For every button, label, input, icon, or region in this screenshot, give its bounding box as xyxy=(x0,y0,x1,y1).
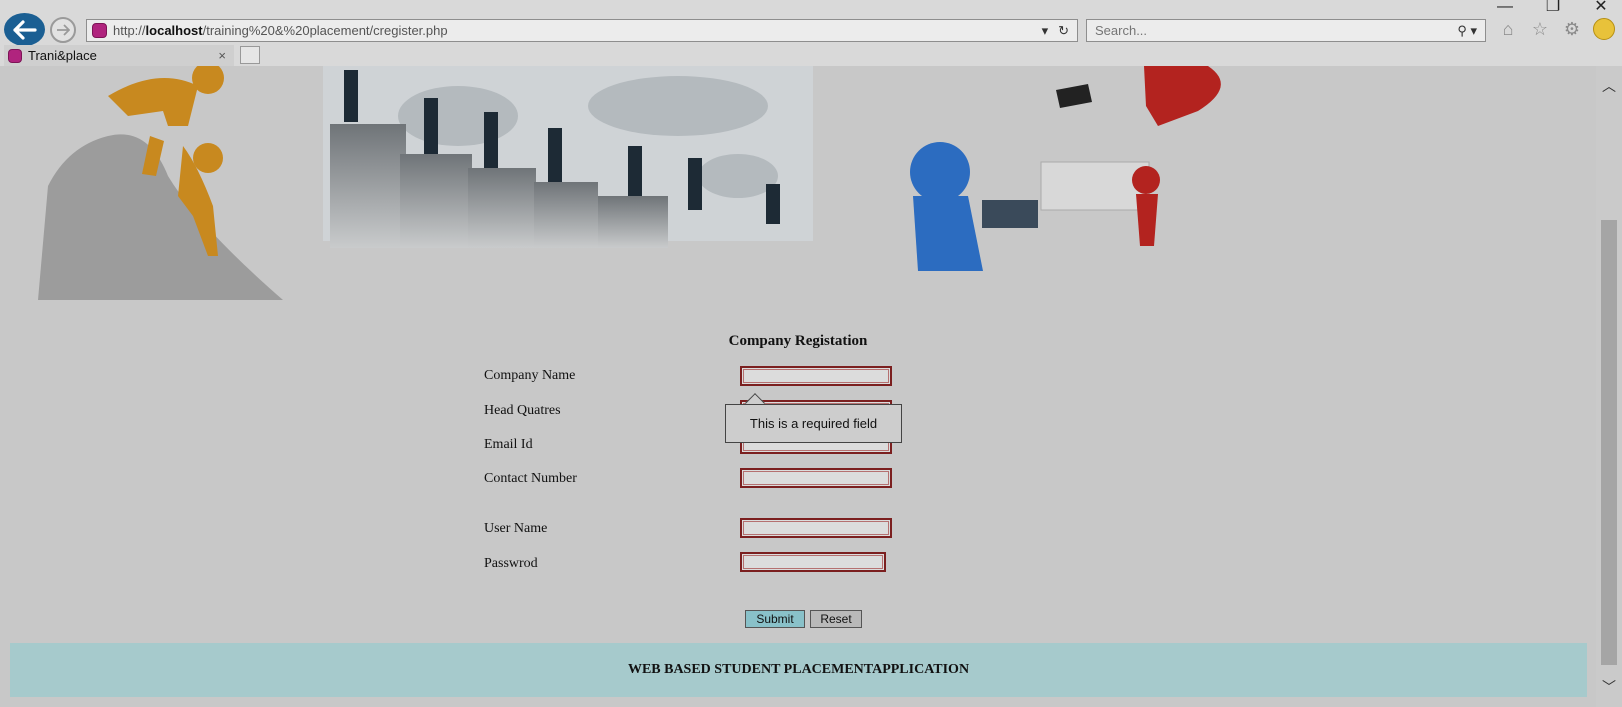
search-icon[interactable]: ⚲ ▾ xyxy=(1457,23,1477,39)
form-title: Company Registation xyxy=(728,333,868,349)
head-quarters-label: Head Quatres xyxy=(484,403,561,418)
site-favicon-icon xyxy=(92,23,107,38)
browser-tab[interactable]: Trani&place × xyxy=(4,45,234,66)
dropdown-arrow-icon[interactable]: ▾ xyxy=(1042,23,1049,39)
close-icon[interactable]: ✕ xyxy=(1590,0,1612,15)
feedback-smiley-icon[interactable] xyxy=(1593,18,1615,40)
company-name-input[interactable] xyxy=(740,366,892,386)
contact-number-label: Contact Number xyxy=(484,471,577,486)
tab-favicon-icon xyxy=(8,48,22,63)
back-button[interactable] xyxy=(4,13,45,46)
back-arrow-icon xyxy=(12,19,37,40)
search-box[interactable]: ⚲ ▾ xyxy=(1086,19,1486,42)
browser-chrome: — ❐ ✕ http://localhost/training%20&%20pl… xyxy=(0,0,1622,66)
scroll-thumb[interactable] xyxy=(1601,220,1617,665)
new-tab-button[interactable] xyxy=(240,46,260,64)
window-controls: — ❐ ✕ xyxy=(1494,0,1612,15)
favorites-star-icon[interactable]: ☆ xyxy=(1529,18,1551,40)
home-icon[interactable]: ⌂ xyxy=(1497,18,1519,40)
url-host: localhost xyxy=(145,23,203,38)
scroll-up-icon[interactable]: ︿ xyxy=(1596,74,1622,98)
reset-button[interactable]: Reset xyxy=(810,610,862,628)
page-viewport: Company Registation Company Name Head Qu… xyxy=(0,66,1596,707)
user-name-input[interactable] xyxy=(740,518,892,538)
user-name-label: User Name xyxy=(484,521,548,536)
password-input[interactable] xyxy=(740,552,886,572)
contact-number-input[interactable] xyxy=(740,468,892,488)
email-id-label: Email Id xyxy=(484,437,533,452)
submit-button[interactable]: Submit xyxy=(745,610,805,628)
url-scheme: http:// xyxy=(113,23,146,38)
refresh-icon[interactable]: ↻ xyxy=(1058,23,1069,39)
scroll-down-icon[interactable]: ﹀ xyxy=(1596,675,1622,699)
tab-title: Trani&place xyxy=(28,48,97,63)
browser-toolbar: ⌂ ☆ ⚙ xyxy=(1497,18,1615,40)
page-footer: WEB BASED STUDENT PLACEMENTAPPLICATION xyxy=(10,643,1587,697)
search-input[interactable] xyxy=(1095,23,1458,38)
footer-text: WEB BASED STUDENT PLACEMENTAPPLICATION xyxy=(627,662,970,677)
company-name-label: Company Name xyxy=(484,368,576,383)
password-label: Passwrod xyxy=(484,556,538,571)
url-text[interactable]: http://localhost/training%20&%20placemen… xyxy=(113,23,1042,38)
restore-icon[interactable]: ❐ xyxy=(1542,0,1564,15)
forward-button[interactable] xyxy=(50,17,76,43)
vertical-scrollbar[interactable]: ︿ ﹀ xyxy=(1596,66,1622,707)
header-banner-image xyxy=(38,66,1221,300)
url-path: /training%20&%20placement/cregister.php xyxy=(202,23,448,38)
forward-arrow-icon xyxy=(57,24,70,36)
required-field-tooltip: This is a required field xyxy=(725,404,902,443)
tab-close-icon[interactable]: × xyxy=(218,48,226,63)
settings-gear-icon[interactable]: ⚙ xyxy=(1561,18,1583,40)
minimize-icon[interactable]: — xyxy=(1494,0,1516,15)
address-bar[interactable]: http://localhost/training%20&%20placemen… xyxy=(86,19,1078,42)
